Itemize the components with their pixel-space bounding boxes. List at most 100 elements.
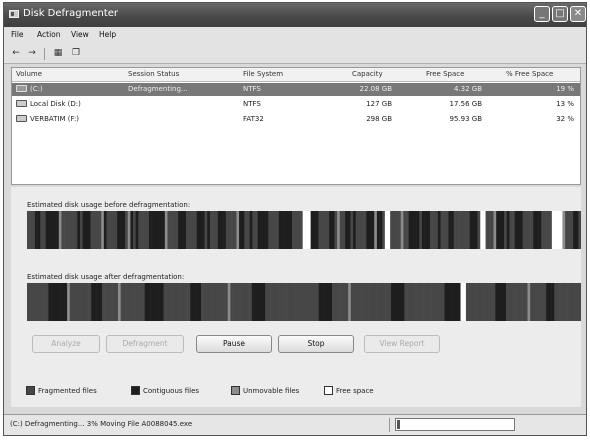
before-cluster [384, 211, 388, 249]
before-cluster [85, 211, 89, 249]
before-cluster [284, 211, 288, 249]
after-cluster [241, 283, 245, 321]
volume-row-d[interactable]: Local Disk (D:) NTFS 127 GB 17.56 GB 13 … [12, 98, 580, 111]
defragment-button[interactable]: Defragment [106, 335, 184, 353]
disk-map-after [27, 283, 581, 321]
after-cluster [182, 283, 186, 321]
before-cluster [488, 211, 492, 249]
back-arrow-icon[interactable]: ← [10, 48, 22, 59]
col-volume[interactable]: Volume [16, 70, 42, 78]
before-cluster [307, 211, 311, 249]
before-cluster [183, 211, 187, 249]
before-cluster [34, 211, 38, 249]
pause-button[interactable]: Pause [196, 335, 272, 353]
file-system: NTFS [243, 85, 261, 93]
volume-list[interactable]: Volume Session Status File System Capaci… [11, 67, 581, 185]
menu-help[interactable]: Help [99, 30, 116, 39]
forward-arrow-icon[interactable]: → [26, 48, 38, 59]
after-cluster [144, 283, 148, 321]
before-cluster [350, 211, 354, 249]
col-capacity[interactable]: Capacity [352, 70, 383, 78]
status-text: (C:) Defragmenting... 3% Moving File A00… [10, 420, 193, 428]
volume-row-c[interactable]: (C:) Defragmenting... NTFS 22.08 GB 4.32… [12, 83, 580, 96]
after-cluster [530, 283, 534, 321]
menu-action[interactable]: Action [37, 30, 61, 39]
after-cluster [278, 283, 282, 321]
after-cluster [96, 283, 100, 321]
volume-name: (C:) [30, 85, 43, 93]
col-file-system[interactable]: File System [243, 70, 283, 78]
before-cluster [437, 211, 441, 249]
before-cluster [278, 211, 282, 249]
before-cluster [575, 211, 579, 249]
disk-map-before-svg [27, 211, 581, 249]
after-cluster [535, 283, 539, 321]
after-cluster [318, 283, 322, 321]
after-cluster [160, 283, 164, 321]
before-cluster [347, 211, 351, 249]
after-cluster [353, 283, 357, 321]
after-cluster [452, 283, 456, 321]
before-cluster [477, 211, 481, 249]
before-cluster [445, 211, 449, 249]
col-free-space[interactable]: Free Space [426, 70, 464, 78]
free-space-swatch [324, 386, 333, 395]
fragmented-swatch [26, 386, 35, 395]
stop-button[interactable]: Stop [278, 335, 354, 353]
after-cluster [487, 283, 491, 321]
before-cluster [411, 211, 415, 249]
before-cluster [48, 211, 52, 249]
before-cluster [207, 211, 211, 249]
before-cluster [209, 211, 213, 249]
after-cluster [219, 283, 223, 321]
before-cluster [395, 211, 399, 249]
col-session-status[interactable]: Session Status [128, 70, 179, 78]
toolbar-separator [44, 48, 45, 60]
col-pct-free-space[interactable]: % Free Space [506, 70, 553, 78]
before-cluster [273, 211, 277, 249]
after-cluster [275, 283, 279, 321]
after-cluster [64, 283, 68, 321]
before-cluster [69, 211, 73, 249]
before-cluster [125, 211, 129, 249]
after-cluster [324, 283, 328, 321]
after-cluster [93, 283, 97, 321]
after-cluster [554, 283, 558, 321]
after-cluster [128, 283, 132, 321]
maximize-button[interactable]: □ [552, 6, 568, 22]
after-cluster [423, 283, 427, 321]
after-cluster [447, 283, 451, 321]
after-cluster [374, 283, 378, 321]
before-cluster [406, 211, 409, 249]
after-cluster [168, 283, 172, 321]
menu-view[interactable]: View [71, 30, 89, 39]
before-cluster [186, 211, 189, 249]
properties-icon[interactable]: ▦ [52, 48, 64, 59]
capacity: 22.08 GB [359, 85, 393, 93]
before-cluster [400, 211, 404, 249]
after-cluster [479, 283, 483, 321]
minimize-button[interactable]: _ [534, 6, 550, 22]
close-button[interactable]: ✕ [570, 6, 586, 22]
analyze-button[interactable]: Analyze [32, 335, 100, 353]
view-report-button[interactable]: View Report [364, 335, 440, 353]
after-cluster [267, 283, 271, 321]
volume-row-f[interactable]: VERBATIM (F:) FAT32 298 GB 95.93 GB 32 % [12, 113, 580, 126]
title-bar[interactable]: Disk Defragmenter _ □ ✕ [4, 3, 586, 27]
before-cluster [148, 211, 152, 249]
after-cluster [246, 283, 250, 321]
before-cluster [215, 211, 219, 249]
before-cluster [345, 211, 349, 249]
menu-file[interactable]: File [11, 30, 24, 39]
pct-free-space: 13 % [556, 100, 574, 108]
help-book-icon[interactable]: ❐ [70, 48, 82, 59]
after-cluster [385, 283, 389, 321]
after-cluster [118, 283, 121, 321]
before-cluster [265, 211, 269, 249]
toolbar: ← → ▦ ❐ [4, 45, 586, 64]
capacity: 127 GB [366, 100, 392, 108]
after-cluster [286, 283, 290, 321]
after-cluster [345, 283, 349, 321]
before-cluster [45, 211, 49, 249]
after-cluster [243, 283, 247, 321]
